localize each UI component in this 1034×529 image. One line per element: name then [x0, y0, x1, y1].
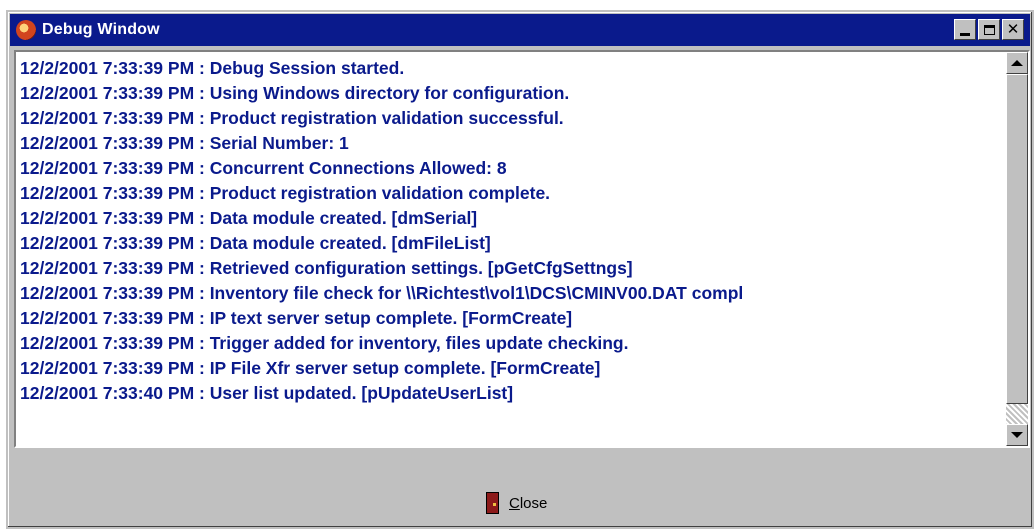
log-line: 12/2/2001 7:33:39 PM : Trigger added for… — [20, 333, 629, 353]
maximize-icon — [983, 24, 995, 35]
log-line: 12/2/2001 7:33:39 PM : Serial Number: 1 — [20, 133, 349, 153]
log-line: 12/2/2001 7:33:39 PM : Concurrent Connec… — [20, 158, 507, 178]
log-line: 12/2/2001 7:33:39 PM : Product registrat… — [20, 108, 564, 128]
log-line: 12/2/2001 7:33:39 PM : Data module creat… — [20, 208, 478, 228]
log-line: 12/2/2001 7:33:39 PM : Debug Session sta… — [20, 58, 405, 78]
scroll-up-button[interactable] — [1006, 52, 1028, 74]
debug-window: Debug Window ✕ 12/2/2001 7:33:39 PM : De… — [6, 10, 1034, 529]
app-icon[interactable] — [16, 20, 36, 40]
close-icon: ✕ — [1006, 20, 1020, 38]
minimize-button[interactable] — [954, 19, 976, 40]
scroll-down-button[interactable] — [1006, 424, 1028, 446]
scroll-thumb[interactable] — [1006, 74, 1028, 404]
close-button[interactable]: Close — [486, 492, 547, 514]
log-line: 12/2/2001 7:33:39 PM : Product registrat… — [20, 183, 551, 203]
vertical-scrollbar[interactable] — [1006, 52, 1028, 446]
log-line: 12/2/2001 7:33:39 PM : Data module creat… — [20, 233, 491, 253]
log-line: 12/2/2001 7:33:39 PM : IP File Xfr serve… — [20, 358, 601, 378]
close-window-button[interactable]: ✕ — [1002, 19, 1024, 40]
down-arrow-icon — [1011, 432, 1023, 438]
maximize-button[interactable] — [978, 19, 1000, 40]
log-line: 12/2/2001 7:33:39 PM : Using Windows dir… — [20, 83, 570, 103]
log-line: 12/2/2001 7:33:39 PM : IP text server se… — [20, 308, 573, 328]
scroll-track[interactable] — [1006, 404, 1028, 426]
title-buttons: ✕ — [954, 19, 1024, 40]
up-arrow-icon — [1011, 60, 1023, 66]
door-icon — [486, 492, 499, 514]
title-bar[interactable]: Debug Window ✕ — [10, 14, 1030, 46]
log-lines: 12/2/2001 7:33:39 PM : Debug Session sta… — [20, 56, 1004, 446]
log-line: 12/2/2001 7:33:39 PM : Retrieved configu… — [20, 258, 633, 278]
close-button-label: Close — [509, 494, 548, 512]
window-title: Debug Window — [42, 21, 160, 38]
log-line: 12/2/2001 7:33:39 PM : Inventory file ch… — [20, 283, 744, 303]
log-line: 12/2/2001 7:33:40 PM : User list updated… — [20, 383, 514, 403]
debug-log[interactable]: 12/2/2001 7:33:39 PM : Debug Session sta… — [14, 50, 1030, 448]
minimize-icon — [960, 32, 970, 36]
